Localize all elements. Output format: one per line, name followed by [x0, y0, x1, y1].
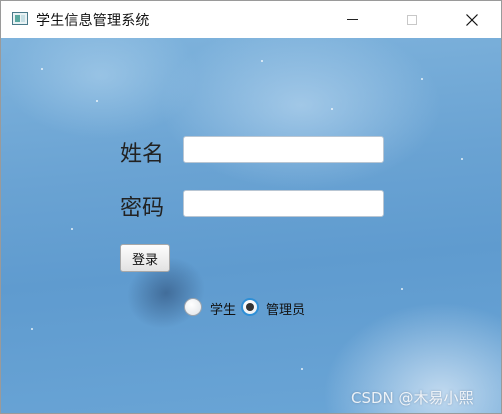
watermark: CSDN @木易小熙: [351, 389, 474, 407]
background-star: [96, 100, 98, 102]
maximize-button[interactable]: [389, 1, 435, 38]
background-star: [301, 368, 303, 370]
close-button[interactable]: [449, 1, 495, 38]
background-star: [401, 288, 403, 290]
login-button[interactable]: 登录: [120, 244, 170, 272]
password-label: 密码: [120, 196, 165, 221]
app-window-icon: [12, 12, 28, 25]
password-input[interactable]: [183, 190, 384, 217]
app-window: 学生信息管理系统 姓名 密码 登录 学生 管理员 CSDN @木易小熙: [0, 0, 502, 414]
maximize-icon: [407, 14, 417, 25]
radio-selected-dot: [246, 303, 254, 311]
background-star: [421, 78, 423, 80]
student-radio[interactable]: [184, 298, 202, 316]
minimize-icon: [346, 19, 358, 20]
close-icon: [466, 13, 478, 26]
student-radio-label[interactable]: 学生: [210, 299, 236, 318]
title-bar[interactable]: 学生信息管理系统: [1, 1, 501, 38]
background-star: [31, 328, 33, 330]
admin-radio-label[interactable]: 管理员: [266, 299, 305, 318]
admin-radio[interactable]: [241, 298, 259, 316]
login-panel: 姓名 密码 登录 学生 管理员 CSDN @木易小熙: [1, 38, 501, 413]
background-star: [461, 158, 463, 160]
background-star: [41, 68, 43, 70]
minimize-button[interactable]: [329, 1, 375, 38]
name-input[interactable]: [183, 136, 384, 163]
window-title: 学生信息管理系统: [36, 13, 150, 29]
name-label: 姓名: [120, 142, 165, 167]
background-star: [331, 108, 333, 110]
background-star: [71, 228, 73, 230]
background-star: [261, 60, 263, 62]
